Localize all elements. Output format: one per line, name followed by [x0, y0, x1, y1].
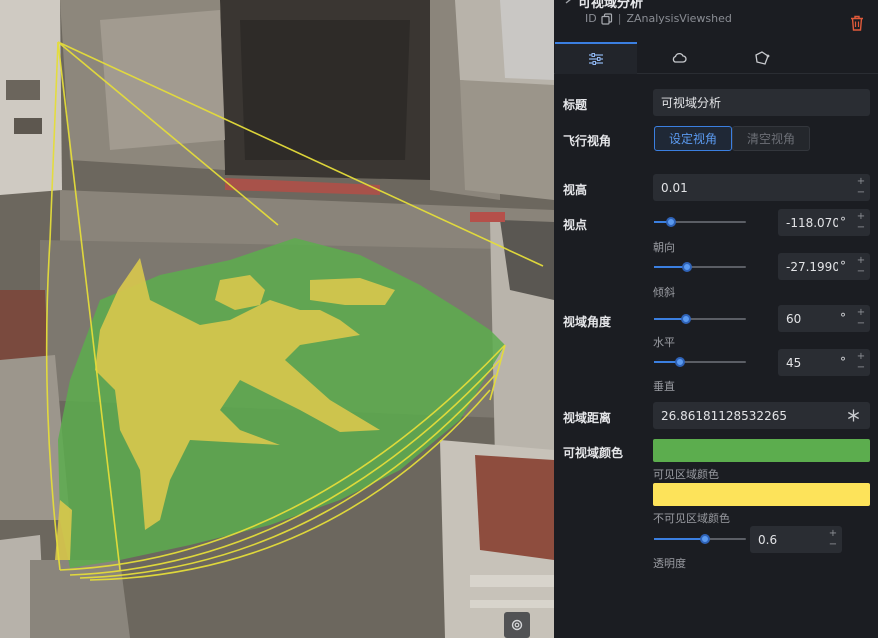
opacity-sublabel: 透明度 — [653, 557, 686, 570]
stepper-down[interactable]: − — [856, 266, 866, 277]
view-distance-value: 26.86181128532265 — [661, 408, 787, 423]
gear-icon — [511, 619, 523, 631]
id-label: ID — [585, 12, 597, 25]
view-distance-label: 视域距离 — [563, 411, 612, 425]
panel-tabs — [554, 42, 878, 74]
invisible-color-sublabel: 不可见区域颜色 — [653, 512, 730, 525]
stepper-down[interactable]: − — [856, 318, 866, 329]
opacity-stepper[interactable]: + − — [828, 528, 838, 550]
horizontal-fov-sublabel: 水平 — [653, 336, 675, 349]
viewshed-color-label: 可视域颜色 — [563, 446, 624, 460]
view-height-stepper[interactable]: + − — [856, 176, 866, 198]
stepper-up[interactable]: + — [828, 528, 838, 539]
heading-slider[interactable] — [654, 216, 746, 228]
vertical-fov-slider[interactable] — [654, 356, 746, 368]
vertical-fov-stepper[interactable]: + − — [856, 351, 866, 373]
set-view-button[interactable]: 设定视角 — [654, 126, 732, 151]
panel-header: 可视域分析 — [564, 0, 644, 11]
view-distance-input[interactable]: 26.86181128532265 — [653, 402, 870, 429]
horizontal-fov-slider[interactable] — [654, 313, 746, 325]
view-height-label: 视高 — [563, 183, 588, 197]
title-label: 标题 — [563, 98, 588, 112]
clear-view-button[interactable]: 清空视角 — [732, 126, 810, 151]
opacity-value: 0.6 — [758, 532, 778, 547]
vertical-fov-input[interactable]: 45 ° + − — [778, 349, 870, 376]
horizontal-fov-stepper[interactable]: + − — [856, 307, 866, 329]
id-value: ZAnalysisViewshed — [626, 12, 732, 25]
stepper-down[interactable]: − — [856, 187, 866, 198]
sliders-icon — [589, 53, 603, 65]
horizontal-fov-input[interactable]: 60 ° + − — [778, 305, 870, 332]
view-height-input[interactable]: 0.01 + − — [653, 174, 870, 201]
heading-value: -118.0706 — [786, 215, 838, 230]
copy-icon[interactable] — [601, 12, 613, 25]
opacity-input[interactable]: 0.6 + − — [750, 526, 842, 553]
tab-settings[interactable] — [555, 42, 637, 74]
heading-stepper[interactable]: + − — [856, 211, 866, 233]
vertical-fov-unit: ° — [840, 355, 846, 369]
pitch-unit: ° — [840, 259, 846, 273]
title-input[interactable]: 可视域分析 — [653, 89, 870, 116]
heading-unit: ° — [840, 215, 846, 229]
invisible-color-swatch[interactable] — [653, 483, 870, 506]
tab-shape[interactable] — [721, 42, 803, 74]
fov-label: 视域角度 — [563, 315, 612, 329]
asterisk-icon[interactable] — [847, 409, 860, 422]
view-height-value: 0.01 — [661, 180, 688, 195]
object-id-row: ID | ZAnalysisViewshed — [585, 12, 732, 25]
polygon-icon — [755, 51, 770, 65]
cloud-icon — [672, 52, 687, 63]
pitch-value: -27.1990 — [786, 259, 838, 274]
pitch-input[interactable]: -27.1990 ° + − — [778, 253, 870, 280]
viewport-settings-button[interactable] — [504, 612, 530, 638]
opacity-slider[interactable] — [654, 533, 746, 545]
stepper-up[interactable]: + — [856, 351, 866, 362]
vertical-fov-value: 45 — [786, 355, 802, 370]
panel-title: 可视域分析 — [578, 0, 644, 11]
id-separator: | — [617, 12, 622, 25]
stepper-down[interactable]: − — [828, 539, 838, 550]
stepper-down[interactable]: − — [856, 222, 866, 233]
vertical-fov-sublabel: 垂直 — [653, 380, 675, 393]
slider-thumb[interactable] — [681, 314, 691, 324]
stepper-up[interactable]: + — [856, 176, 866, 187]
stepper-down[interactable]: − — [856, 362, 866, 373]
heading-input[interactable]: -118.0706 ° + − — [778, 209, 870, 236]
horizontal-fov-unit: ° — [840, 311, 846, 325]
viewpoint-label: 视点 — [563, 218, 588, 232]
visible-color-swatch[interactable] — [653, 439, 870, 462]
tab-cloud[interactable] — [638, 42, 720, 74]
slider-thumb[interactable] — [675, 357, 685, 367]
properties-panel: 可视域分析 ID | ZAnalysisViewshed 标题 可视域分析 飞行… — [554, 0, 878, 638]
map-viewport[interactable] — [0, 0, 554, 638]
stepper-up[interactable]: + — [856, 211, 866, 222]
pitch-stepper[interactable]: + − — [856, 255, 866, 277]
fly-view-label: 飞行视角 — [563, 134, 612, 148]
slider-thumb[interactable] — [700, 534, 710, 544]
slider-thumb[interactable] — [666, 217, 676, 227]
pitch-sublabel: 倾斜 — [653, 286, 675, 299]
pitch-slider[interactable] — [654, 261, 746, 273]
slider-thumb[interactable] — [682, 262, 692, 272]
stepper-up[interactable]: + — [856, 307, 866, 318]
chevron-right-icon[interactable] — [564, 0, 574, 4]
horizontal-fov-value: 60 — [786, 311, 802, 326]
heading-sublabel: 朝向 — [653, 241, 675, 254]
app-root: 可视域分析 ID | ZAnalysisViewshed 标题 可视域分析 飞行… — [0, 0, 878, 638]
stepper-up[interactable]: + — [856, 255, 866, 266]
delete-icon[interactable] — [850, 15, 864, 31]
viewshed-scene — [0, 0, 554, 638]
visible-color-sublabel: 可见区域颜色 — [653, 468, 719, 481]
